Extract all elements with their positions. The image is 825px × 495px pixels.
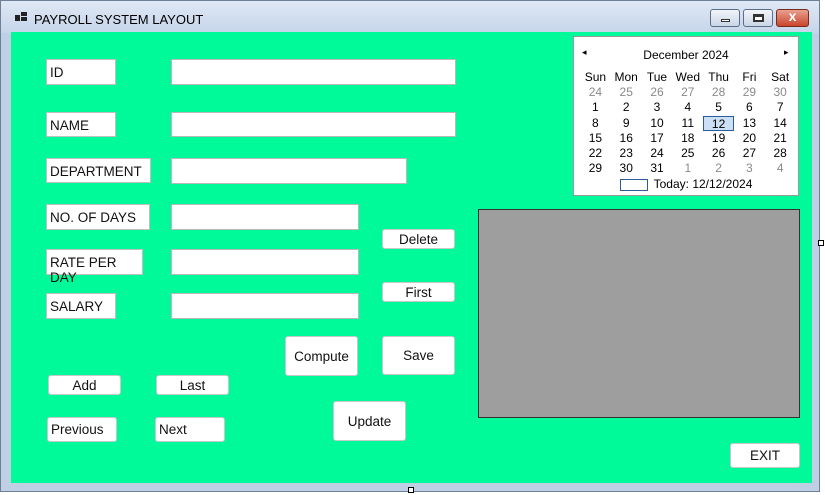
calendar-day-cell[interactable]: 12 [703,115,734,131]
resize-handle-right[interactable] [818,240,824,246]
calendar-day-cell[interactable]: 9 [611,116,642,131]
close-icon: x [788,8,797,24]
next-button[interactable]: Next [155,417,225,442]
calendar-day-cell[interactable]: 14 [765,116,796,131]
days-label: NO. OF DAYS [46,204,150,230]
calendar-day-cell[interactable]: 17 [642,131,673,146]
app-icon [15,12,27,22]
calendar-day-cell[interactable]: 10 [642,116,673,131]
calendar-day-cell[interactable]: 11 [672,116,703,131]
calendar-day-cell[interactable]: 28 [703,85,734,100]
calendar-day-cell[interactable]: 27 [734,146,765,161]
exit-button[interactable]: EXIT [730,443,800,468]
calendar-day-cell[interactable]: 4 [672,100,703,115]
resize-handle-bottom[interactable] [408,487,414,493]
calendar-today-link[interactable]: Today: 12/12/2024 [574,177,798,191]
calendar-day-cell[interactable]: 24 [642,146,673,161]
calendar-weekday-label: Fri [742,70,757,84]
compute-button[interactable]: Compute [285,336,358,376]
calendar-day-cell[interactable]: 1 [672,161,703,176]
calendar-weekday-label: Wed [675,70,701,84]
minimize-icon [721,19,730,22]
calendar-day-cell[interactable]: 26 [703,146,734,161]
calendar-day-cell[interactable]: 25 [672,146,703,161]
name-input[interactable] [171,112,456,137]
calendar-day-cell[interactable]: 26 [642,85,673,100]
previous-button[interactable]: Previous [47,417,117,442]
name-label: NAME [46,112,116,137]
salary-label: SALARY [46,293,116,319]
calendar-day-cell[interactable]: 4 [765,161,796,176]
calendar-day-cell[interactable]: 3 [734,161,765,176]
form-client-area: ID NAME DEPARTMENT NO. OF DAYS RATE PER … [11,32,812,483]
maximize-button[interactable] [743,9,773,27]
calendar-day-cell[interactable]: 29 [734,85,765,100]
maximize-icon [753,14,764,22]
calendar-day-cell[interactable]: 2 [703,161,734,176]
month-calendar[interactable]: ◂ December 2024 ▸ Sun Mon Tue Wed Thu Fri Sat 2… [573,36,799,196]
calendar-day-cell[interactable]: 13 [734,116,765,131]
calendar-day-cell[interactable]: 8 [580,116,611,131]
calendar-day-cell[interactable]: 19 [703,131,734,146]
rate-input[interactable] [171,249,359,275]
calendar-day-cell[interactable]: 16 [611,131,642,146]
payroll-window: PAYROLL SYSTEM LAYOUT x ID NAME DEPARTME… [0,0,820,492]
salary-input[interactable] [171,293,359,319]
add-button[interactable]: Add [48,375,121,395]
delete-button[interactable]: Delete [382,229,455,249]
last-button[interactable]: Last [156,375,229,395]
calendar-day-cell[interactable]: 22 [580,146,611,161]
calendar-weekday-label: Mon [614,70,638,84]
calendar-day-cell[interactable]: 20 [734,131,765,146]
calendar-week-row: 15 16 17 18 19 20 21 [580,131,796,146]
calendar-day-cell[interactable]: 7 [765,100,796,115]
calendar-day-cell[interactable]: 27 [672,85,703,100]
calendar-weekday-label: Sun [584,70,607,84]
days-input[interactable] [171,204,359,230]
close-button[interactable]: x [776,8,809,27]
calendar-weekday-header: Sun Mon Tue Wed Thu Fri Sat [580,70,796,85]
department-input[interactable] [171,158,407,184]
calendar-day-cell[interactable]: 21 [765,131,796,146]
calendar-month-title[interactable]: December 2024 [574,48,798,62]
calendar-day-cell[interactable]: 28 [765,146,796,161]
calendar-day-cell[interactable]: 2 [611,100,642,115]
calendar-day-cell[interactable]: 31 [642,161,673,176]
calendar-day-cell[interactable]: 15 [580,131,611,146]
id-label: ID [46,59,116,85]
picture-box [478,209,800,418]
calendar-day-cell[interactable]: 5 [703,100,734,115]
calendar-today-text: Today: 12/12/2024 [653,177,753,191]
update-button[interactable]: Update [333,401,406,441]
department-label: DEPARTMENT [46,158,151,183]
save-button[interactable]: Save [382,336,455,375]
today-marker-icon [619,178,648,191]
calendar-week-row: 29 30 31 1 2 3 4 [580,161,796,176]
calendar-day-cell[interactable]: 23 [611,146,642,161]
calendar-week-row: 22 23 24 25 26 27 28 [580,146,796,161]
calendar-day-cell[interactable]: 18 [672,131,703,146]
calendar-week-row: 1234567 [580,100,796,115]
rate-label: RATE PER DAY [46,249,143,285]
calendar-weekday-label: Tue [646,70,668,84]
id-input[interactable] [171,59,456,85]
calendar-day-cell[interactable]: 6 [734,100,765,115]
next-month-arrow-icon[interactable]: ▸ [784,47,789,58]
calendar-week-row: 24 25 26 27 28 29 30 [580,85,796,100]
window-title: PAYROLL SYSTEM LAYOUT [34,12,204,27]
calendar-weekday-label: Sat [771,70,790,84]
first-button[interactable]: First [382,282,455,302]
calendar-day-cell[interactable]: 3 [642,100,673,115]
calendar-day-cell[interactable]: 25 [611,85,642,100]
calendar-day-cell[interactable]: 1 [580,100,611,115]
calendar-day-cell[interactable]: 24 [580,85,611,100]
calendar-weekday-label: Thu [708,70,729,84]
calendar-grid: Sun Mon Tue Wed Thu Fri Sat 24 25 26 27 28 29 30 1 2 3 4 5… [580,70,796,176]
calendar-day-cell[interactable]: 30 [611,161,642,176]
calendar-day-cell[interactable]: 30 [765,85,796,100]
title-bar[interactable]: PAYROLL SYSTEM LAYOUT x [1,1,819,33]
calendar-week-row: 8 9 10 11 12 13 14 [580,115,796,131]
minimize-button[interactable] [710,9,740,27]
calendar-day-cell[interactable]: 29 [580,161,611,176]
